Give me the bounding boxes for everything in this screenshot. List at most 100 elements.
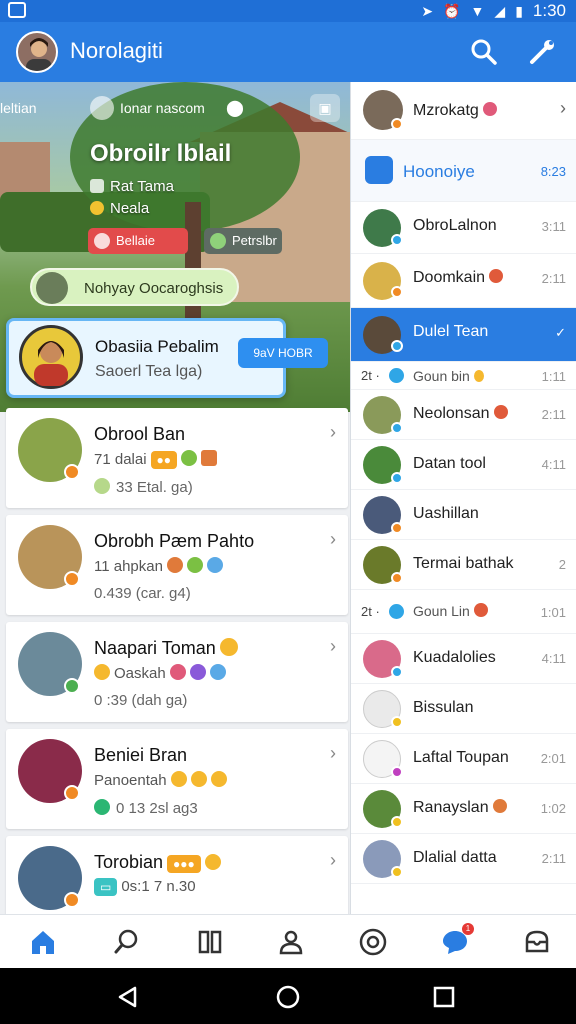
- hero-gray-button[interactable]: Petrslbr: [204, 228, 282, 254]
- hero-chip[interactable]: Ionar nascom: [88, 94, 215, 122]
- inbox-icon[interactable]: [522, 927, 552, 957]
- chip-avatar-icon: [90, 96, 114, 120]
- section-title: Hoonoiye: [403, 162, 475, 181]
- emoji-icon: [493, 405, 508, 419]
- chat-subrow-number: 2t ·: [361, 604, 380, 619]
- status-badge: [64, 678, 80, 694]
- chevron-right-icon[interactable]: ›: [330, 422, 336, 443]
- chat-name: Ranayslan: [413, 799, 507, 817]
- chat-name: Dulel Tean: [413, 323, 489, 340]
- emoji-icon: [492, 799, 507, 813]
- chevron-right-icon[interactable]: ›: [330, 743, 336, 764]
- chat-name: Termai bathak: [413, 555, 514, 572]
- chevron-right-icon[interactable]: ›: [560, 98, 566, 119]
- chevron-right-icon[interactable]: ›: [330, 529, 336, 550]
- chat-row[interactable]: Datan tool 4:11: [351, 440, 576, 490]
- featured-action-button[interactable]: 9aV HOBR: [238, 338, 328, 368]
- status-badge: [391, 286, 403, 298]
- profile-avatar[interactable]: [16, 31, 58, 73]
- hero-line-2: Neala: [90, 200, 149, 217]
- contact-name: Obrool Ban: [94, 424, 186, 444]
- status-badge: [64, 571, 80, 587]
- chat-subrow[interactable]: 2t · Goun Lin 1:01: [351, 590, 576, 634]
- emoji-icon: [181, 450, 198, 466]
- chat-time: 1:02: [540, 801, 566, 816]
- chat-row[interactable]: ObroLalnon 3:11: [351, 202, 576, 254]
- list-item[interactable]: Obrobh Pæm Pahto 11 ahpkan 0.439 (car. g…: [6, 515, 348, 615]
- chat-time: 2:11: [541, 851, 566, 866]
- chat-subrow-label: Goun bin: [413, 368, 484, 384]
- chat-subrow[interactable]: 2t · Goun bin 1:11: [351, 362, 576, 390]
- chat-row[interactable]: Doomkain 2:11: [351, 254, 576, 308]
- wifi-icon: ▼: [470, 3, 485, 19]
- hero-tag[interactable]: Nohyay Oocaroghsis: [30, 268, 240, 306]
- wrench-icon[interactable]: [526, 36, 558, 68]
- location-pin-icon[interactable]: ⬤: [226, 98, 244, 118]
- chat-row[interactable]: Uashillan: [351, 490, 576, 540]
- app-bar: Norolagiti: [0, 22, 576, 82]
- chat-time: 1:01: [540, 605, 566, 620]
- status-badge: [391, 816, 403, 828]
- chat-row[interactable]: Mzrokatg ›: [351, 82, 576, 140]
- chat-row[interactable]: Kuadalolies 4:11: [351, 634, 576, 684]
- chat-name: Datan tool: [413, 455, 486, 472]
- hero-top-label: leltian: [0, 100, 37, 116]
- emoji-icon: [206, 557, 223, 573]
- columns-icon[interactable]: [195, 927, 225, 957]
- emoji-icon: [473, 603, 488, 617]
- search-icon[interactable]: [468, 36, 500, 68]
- chat-row[interactable]: Termai bathak 2: [351, 540, 576, 590]
- emoji-icon: [210, 771, 227, 787]
- hero-red-button[interactable]: Bellaie: [88, 228, 188, 254]
- emoji-icon: [186, 557, 203, 573]
- chat-icon[interactable]: 1: [440, 923, 474, 957]
- status-badge: [391, 422, 403, 434]
- home-icon[interactable]: [28, 927, 58, 957]
- status-bar: ➤ ⏰ ▼ ◢ ▮ 1:30: [0, 0, 576, 22]
- chevron-right-icon[interactable]: ›: [330, 636, 336, 657]
- chat-time: 4:11: [541, 457, 566, 472]
- contact-meta: 0 13 2sl ag3: [94, 799, 198, 817]
- recents-icon[interactable]: [432, 985, 456, 1009]
- bottom-nav: 1: [0, 914, 576, 968]
- featured-subtitle: Saoerl Tea lga): [95, 363, 203, 380]
- emoji-icon: [190, 771, 207, 787]
- list-item[interactable]: Obrool Ban 71 dalai ●● 33 Etal. ga) ›: [6, 408, 348, 508]
- tag-pill: ●●●: [167, 855, 201, 873]
- chat-row[interactable]: Dlalial datta 2:11: [351, 834, 576, 884]
- emoji-icon: [209, 664, 226, 680]
- contact-name: Beniei Bran: [94, 745, 188, 765]
- chat-time: 2: [558, 557, 566, 572]
- battery-icon: ▮: [515, 3, 523, 19]
- chat-row[interactable]: Ranayslan 1:02: [351, 784, 576, 834]
- emoji-icon: [201, 450, 218, 466]
- check-icon: [94, 799, 110, 815]
- contact-meta: 33 Etal. ga): [94, 478, 193, 496]
- chat-subrow-label: Goun Lin: [413, 603, 488, 619]
- chat-row[interactable]: Neolonsan 2:11: [351, 390, 576, 440]
- emoji-icon: [219, 638, 238, 656]
- camera-icon[interactable]: [358, 927, 388, 957]
- reply-icon: [389, 368, 404, 383]
- hero-title: Obroilr lblail: [90, 140, 232, 167]
- chat-row-selected[interactable]: Dulel Tean ✓: [351, 308, 576, 362]
- profile-icon[interactable]: [276, 927, 306, 957]
- list-item[interactable]: Naapari Toman Oaskah 0 :39 (dah ga) ›: [6, 622, 348, 722]
- chat-time: 2:11: [541, 407, 566, 422]
- contact-subtitle: Panoentah: [94, 771, 227, 789]
- contact-subtitle: 71 dalai ●●: [94, 450, 218, 469]
- lock-icon[interactable]: ▣: [310, 94, 340, 122]
- hero-line-2-text: Neala: [110, 200, 150, 217]
- list-item[interactable]: Beniei Bran Panoentah 0 13 2sl ag3 ›: [6, 729, 348, 829]
- chevron-right-icon[interactable]: ›: [330, 850, 336, 871]
- chat-section-header[interactable]: Hoonoiye 8:23: [351, 140, 576, 202]
- search-icon[interactable]: [112, 927, 142, 957]
- chat-row[interactable]: Laftal Toupan 2:01: [351, 734, 576, 784]
- location-icon: ➤: [421, 3, 434, 19]
- contact-subtitle: 11 ahpkan: [94, 557, 223, 575]
- home-circle-icon[interactable]: [276, 985, 300, 1009]
- back-icon[interactable]: [116, 985, 140, 1009]
- chat-row[interactable]: Bissulan: [351, 684, 576, 734]
- status-badge: [391, 866, 403, 878]
- tag-avatar: [36, 272, 68, 304]
